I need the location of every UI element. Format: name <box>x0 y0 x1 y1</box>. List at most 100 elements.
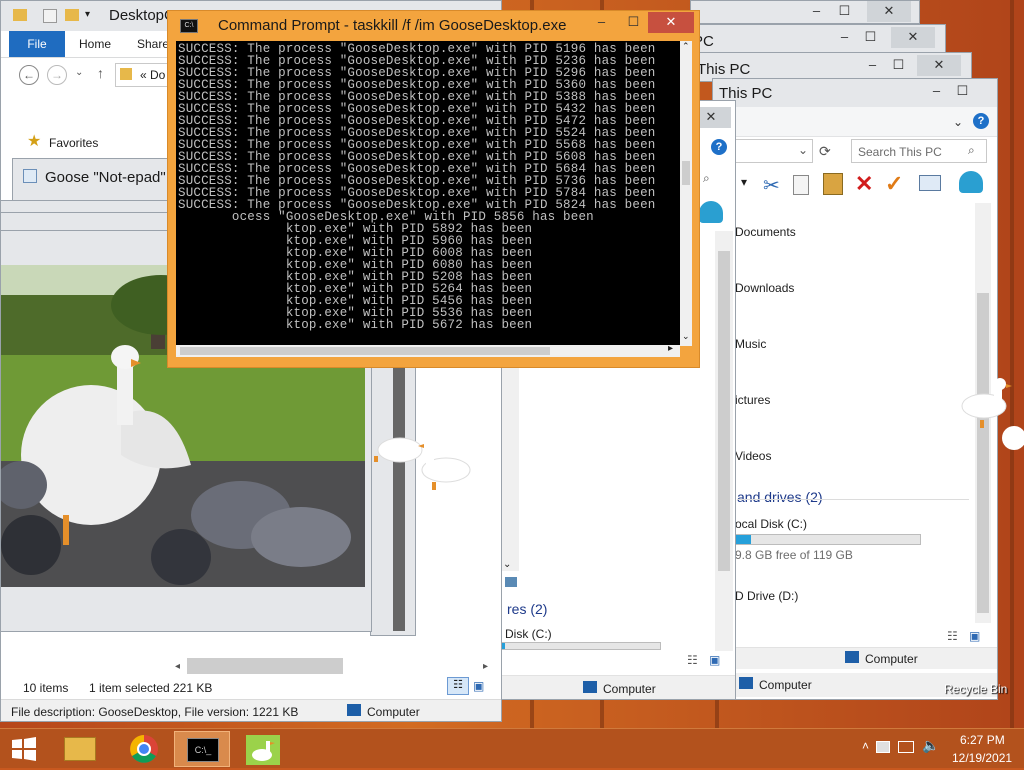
tiles-view-icon[interactable]: ▣ <box>473 679 484 693</box>
folder-videos[interactable]: Videos <box>735 449 771 463</box>
toolbar: ▾ ✂ ✕ ✓ <box>713 171 997 201</box>
new-folder-icon[interactable] <box>65 9 79 21</box>
taskbar-goose[interactable] <box>236 731 292 767</box>
computer-icon <box>845 651 859 663</box>
properties-icon[interactable] <box>919 175 941 191</box>
recycle-bin-label[interactable]: Recycle Bin <box>944 682 1007 696</box>
local-disk-label[interactable]: Disk (C:) <box>505 627 552 641</box>
action-center-icon[interactable] <box>876 741 890 753</box>
close-button[interactable]: ✕ <box>648 12 694 33</box>
scroll-down-arrow[interactable]: ⌄ <box>682 331 690 342</box>
tab-home[interactable]: Home <box>67 31 123 57</box>
clock-time[interactable]: 6:27 PM <box>960 733 1005 747</box>
folder-documents[interactable]: Documents <box>735 225 796 239</box>
desktop-goose[interactable] <box>368 424 478 503</box>
cmd-scrollbar-h[interactable]: ▸ <box>176 343 680 357</box>
network-icon[interactable] <box>898 741 914 753</box>
up-arrow-icon[interactable]: ↑ <box>97 65 104 81</box>
scroll-right-arrow[interactable]: ▸ <box>483 661 488 672</box>
scissors-icon[interactable]: ✂ <box>763 173 780 198</box>
maximize-button[interactable]: ☐ <box>949 81 976 102</box>
minimize-button[interactable]: – <box>588 12 615 33</box>
minimize-button[interactable]: – <box>831 27 858 48</box>
taskbar-chrome[interactable] <box>116 731 172 767</box>
properties-icon[interactable] <box>43 9 57 23</box>
minimize-button[interactable]: – <box>859 55 886 76</box>
shell-icon[interactable] <box>959 171 983 193</box>
scroll-down-arrow[interactable]: ⌄ <box>503 559 511 570</box>
window-title: Goose "Not-epad" <box>45 169 166 186</box>
chevron-down-icon[interactable]: ⌄ <box>798 143 808 157</box>
window-title: This PC <box>697 61 751 78</box>
scrollbar-thumb[interactable] <box>187 658 343 674</box>
folder-music[interactable]: Music <box>735 337 766 351</box>
maximize-button[interactable]: ☐ <box>831 1 858 22</box>
close-button[interactable]: ✕ <box>867 1 911 22</box>
forward-arrow-icon[interactable]: → <box>47 65 67 85</box>
desktop-goose[interactable] <box>960 376 1024 459</box>
explorer-back-window-2[interactable]: PC – ☐ ✕ <box>690 24 946 54</box>
computer-icon <box>583 681 597 693</box>
computer-label: Computer <box>603 682 656 696</box>
cmd-window[interactable]: C:\ Command Prompt - taskkill /f /im Goo… <box>167 10 700 368</box>
chevron-down-icon[interactable]: ⌄ <box>953 115 963 129</box>
clipboard-icon[interactable] <box>823 173 843 195</box>
clock-date[interactable]: 12/19/2021 <box>952 751 1012 765</box>
details-view-icon[interactable]: ☷ <box>947 629 958 643</box>
tiles-view-icon[interactable] <box>505 577 517 587</box>
scroll-left-arrow[interactable]: ◂ <box>175 661 180 672</box>
tiles-view-icon[interactable]: ▣ <box>969 629 980 643</box>
delete-x-icon[interactable]: ✕ <box>855 171 873 197</box>
checkmark-icon[interactable]: ✓ <box>885 171 903 197</box>
chevron-down-icon[interactable]: ⌄ <box>75 67 83 78</box>
help-icon[interactable]: ? <box>973 113 989 129</box>
details-view-icon[interactable]: ☷ <box>687 653 698 667</box>
chevron-down-icon[interactable]: ▾ <box>741 175 747 189</box>
chevron-down-icon[interactable]: ▾ <box>85 9 90 20</box>
explorer-this-pc-window[interactable]: This PC – ☐ ⌄ ? ⌄ ⟳ Search This PC ⌕ ▾ ✂… <box>712 78 998 700</box>
scroll-up-arrow[interactable]: ⌃ <box>682 41 690 52</box>
local-disk-label[interactable]: ocal Disk (C:) <box>735 517 807 531</box>
back-arrow-icon[interactable]: ← <box>19 65 39 85</box>
nav-favorites[interactable]: Favorites <box>49 136 98 150</box>
tab-file[interactable]: File <box>9 31 65 57</box>
scrollbar-thumb[interactable] <box>718 251 730 571</box>
help-icon[interactable]: ? <box>711 139 727 155</box>
scrollbar-thumb[interactable] <box>682 161 690 185</box>
folder-downloads[interactable]: Downloads <box>735 281 794 295</box>
tiles-view-icon[interactable]: ▣ <box>709 653 720 667</box>
details-view-icon[interactable]: ☷ <box>447 677 469 695</box>
maximize-button[interactable]: ☐ <box>620 12 647 33</box>
computer-label: Computer <box>865 652 918 666</box>
cd-drive-label[interactable]: D Drive (D:) <box>735 589 798 603</box>
folder-icon <box>64 737 96 761</box>
start-button[interactable] <box>0 731 48 767</box>
close-button[interactable]: ✕ <box>917 55 961 76</box>
folder-pictures[interactable]: ictures <box>735 393 770 407</box>
status-bar: Computer <box>497 675 735 699</box>
scrollbar-right[interactable] <box>715 231 733 651</box>
explorer-back-window-1[interactable]: – ☐ ✕ <box>690 0 920 24</box>
cmd-output-line: ktop.exe" with PID 5672 has been <box>178 318 533 332</box>
cmd-scrollbar-v[interactable]: ⌃ ⌄ <box>680 41 692 346</box>
cmd-console[interactable]: SUCCESS: The process "GooseDesktop.exe" … <box>176 41 680 346</box>
desktop-stripe <box>1010 0 1014 728</box>
goose-app-icon <box>246 735 280 765</box>
minimize-button[interactable]: – <box>923 81 950 102</box>
taskbar-cmd[interactable]: C:\_ <box>174 731 230 767</box>
scroll-right-arrow[interactable]: ▸ <box>668 343 673 354</box>
close-button[interactable]: ✕ <box>891 27 935 48</box>
minimize-button[interactable]: – <box>803 1 830 22</box>
volume-muted-icon[interactable]: 🔈 <box>922 737 939 754</box>
maximize-button[interactable]: ☐ <box>885 55 912 76</box>
address-bar[interactable]: « Do <box>115 63 175 87</box>
disk-usage-bar <box>501 642 661 650</box>
refresh-icon[interactable]: ⟳ <box>819 143 831 160</box>
copy-icon[interactable] <box>793 175 809 195</box>
shell-icon[interactable] <box>699 201 723 223</box>
show-hidden-icons[interactable]: ˄ <box>862 739 869 753</box>
scrollbar-thumb[interactable] <box>180 347 550 355</box>
search-input[interactable]: Search This PC ⌕ <box>851 139 987 163</box>
maximize-button[interactable]: ☐ <box>857 27 884 48</box>
taskbar-file-explorer[interactable] <box>52 731 108 767</box>
